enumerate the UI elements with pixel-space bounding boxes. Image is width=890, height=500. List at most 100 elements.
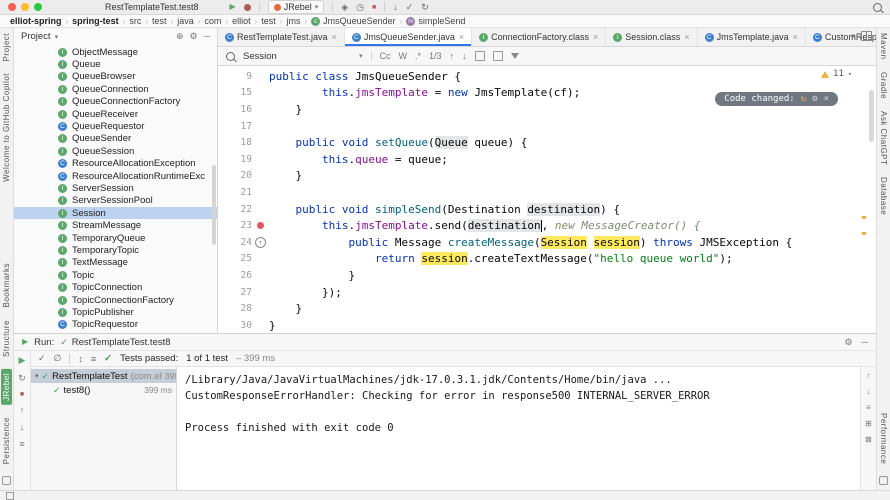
project-tree-item[interactable]: I QueueConnectionFactory [14, 96, 217, 108]
editor-tab[interactable]: I ConnectionFactory.class × [472, 28, 607, 46]
soft-wrap-icon[interactable]: ≡ [866, 403, 871, 412]
code-line[interactable]: 22 public void simpleSend(Destination de… [218, 201, 876, 218]
line-number[interactable]: 28 [218, 303, 252, 314]
test-tree-item[interactable]: ▾✓RestTemplateTest (com.el399ms [31, 369, 176, 383]
line-number[interactable]: 26 [218, 270, 252, 281]
line-number[interactable]: 24 [218, 237, 252, 248]
match-case-toggle[interactable]: Cc [380, 51, 391, 61]
project-tree-item[interactable]: I Session [14, 207, 217, 220]
project-tree-item[interactable]: I ServerSession [14, 182, 217, 194]
close-icon[interactable]: × [593, 32, 598, 42]
project-tree-item[interactable]: I Queue [14, 58, 217, 70]
code-line[interactable]: 26 } [218, 267, 876, 284]
rerun-button[interactable]: ▶ [19, 355, 26, 366]
breadcrumb-item[interactable]: src [129, 16, 141, 26]
select-all-matches-icon[interactable] [474, 51, 485, 61]
project-tree-item[interactable]: I StreamMessage [14, 219, 217, 231]
previous-match-icon[interactable]: ↑ [450, 51, 455, 61]
tool-window-button-performance[interactable]: Performance [879, 413, 888, 464]
search-options-icon[interactable] [492, 51, 503, 61]
inspections-widget[interactable]: 11 ▾ [820, 69, 852, 79]
stop-button[interactable]: ■ [372, 4, 376, 11]
clear-console-icon[interactable]: ⊠ [865, 435, 872, 444]
locate-file-icon[interactable]: ⊕ [176, 31, 184, 42]
tool-window-button-ask-chatgpt[interactable]: Ask ChatGPT [879, 111, 888, 165]
project-tree-item[interactable]: I TopicConnection [14, 281, 217, 293]
breadcrumb-item[interactable]: spring-test [72, 16, 119, 26]
run-tab[interactable]: ✓ RestTemplateTest.test8 [60, 337, 170, 348]
tool-window-button-maven[interactable]: Maven [879, 33, 888, 60]
line-number[interactable]: 9 [218, 71, 252, 82]
line-number[interactable]: 30 [218, 320, 252, 331]
gear-icon[interactable]: ⚙ [845, 337, 853, 348]
hide-panel-icon[interactable]: ─ [862, 337, 868, 348]
editor-scrollbar[interactable] [869, 90, 874, 142]
search-everywhere-icon[interactable] [873, 2, 882, 12]
close-icon[interactable]: × [793, 32, 798, 42]
project-tree-item[interactable]: C QueueRequestor [14, 120, 217, 132]
close-icon[interactable]: × [332, 32, 337, 42]
line-number[interactable]: 21 [218, 187, 252, 198]
tool-window-button-persistence[interactable]: Persistence [2, 417, 11, 464]
tool-window-button-database[interactable]: Database [879, 177, 888, 215]
line-number[interactable]: 17 [218, 121, 252, 132]
tree-scrollbar[interactable] [212, 165, 216, 245]
code-line[interactable]: 18 public void setQueue(Queue queue) { [218, 134, 876, 151]
project-tree-item[interactable]: I TextMessage [14, 257, 217, 269]
breadcrumb-item[interactable]: test [261, 16, 276, 26]
tool-window-button-project[interactable]: Project [2, 33, 11, 61]
line-number[interactable]: 25 [218, 253, 252, 264]
history-button[interactable]: ↻ [421, 2, 429, 12]
commit-button[interactable]: ✓ [406, 2, 414, 12]
sort-icon[interactable]: ↕ [78, 354, 83, 364]
project-tree-item[interactable]: I ServerSessionPool [14, 195, 217, 207]
project-tree-item[interactable]: I QueueConnection [14, 83, 217, 95]
editor-tab[interactable]: C RestTemplateTest.java × [218, 28, 345, 46]
print-icon[interactable]: ⊞ [865, 419, 872, 428]
zoom-window-button[interactable] [34, 3, 42, 11]
filter-icon[interactable] [510, 53, 519, 59]
coverage-button[interactable]: ◈ [341, 2, 348, 12]
chevron-down-icon[interactable]: ▾ [55, 33, 59, 41]
tool-window-button-welcome-to-github-copilot[interactable]: Welcome to GitHub Copilot [2, 73, 11, 182]
code-line[interactable]: 20 } [218, 168, 876, 185]
stop-button[interactable]: ■ [20, 391, 24, 398]
line-number[interactable]: 19 [218, 154, 252, 165]
search-history-icon[interactable]: ▾ [359, 52, 363, 60]
breadcrumb-item[interactable]: com [204, 16, 221, 26]
stripe-warning-mark[interactable] [862, 216, 866, 219]
hidden-tabs-icon[interactable]: ▾ [851, 32, 855, 40]
overriding-method-icon[interactable]: ↑ [255, 236, 266, 248]
close-window-button[interactable] [8, 3, 16, 11]
more-options-icon[interactable]: ≡ [19, 439, 24, 449]
code-line[interactable]: 17 [218, 118, 876, 135]
tool-window-button-gradle[interactable]: Gradle [879, 72, 888, 99]
gear-icon[interactable]: ⚙ [812, 94, 817, 104]
breadcrumb-item[interactable]: elliot [232, 16, 251, 26]
code-line[interactable]: 24 ↑ public Message createMessage(Session… [218, 234, 876, 251]
breadcrumb-item[interactable]: test [152, 16, 167, 26]
line-number[interactable]: 18 [218, 137, 252, 148]
breadcrumb-item[interactable]: c JmsQueueSender [311, 16, 396, 26]
show-passed-toggle[interactable]: ✓ [38, 353, 46, 364]
test-tree-item[interactable]: ✓ test8() 399 ms [31, 383, 176, 397]
project-tree-item[interactable]: I QueueBrowser [14, 71, 217, 83]
reload-icon[interactable]: ↻ [801, 94, 806, 104]
code-line[interactable]: 25 return session.createTextMessage("hel… [218, 251, 876, 268]
project-tree-item[interactable]: C ResourceAllocationRuntimeExc [14, 170, 217, 182]
breadcrumb-item[interactable]: java [177, 16, 194, 26]
expand-all-icon[interactable]: ↑ [20, 405, 25, 415]
show-ignored-toggle[interactable]: ∅ [54, 353, 62, 364]
close-icon[interactable]: × [824, 94, 829, 104]
search-input[interactable]: Session [243, 51, 351, 62]
hide-panel-icon[interactable]: ─ [204, 31, 210, 42]
options-icon[interactable]: ≡ [91, 354, 96, 364]
project-tree-item[interactable]: I TemporaryTopic [14, 244, 217, 256]
scroll-down-icon[interactable]: ↓ [867, 387, 871, 396]
project-tree-item[interactable]: I QueueSender [14, 133, 217, 145]
project-tree-item[interactable]: I QueueReceiver [14, 108, 217, 120]
line-number[interactable]: 20 [218, 170, 252, 181]
project-tree-item[interactable]: I QueueSession [14, 145, 217, 157]
next-match-icon[interactable]: ↓ [462, 51, 467, 61]
code-line[interactable]: 23 this.jmsTemplate.send(destination, ne… [218, 217, 876, 234]
